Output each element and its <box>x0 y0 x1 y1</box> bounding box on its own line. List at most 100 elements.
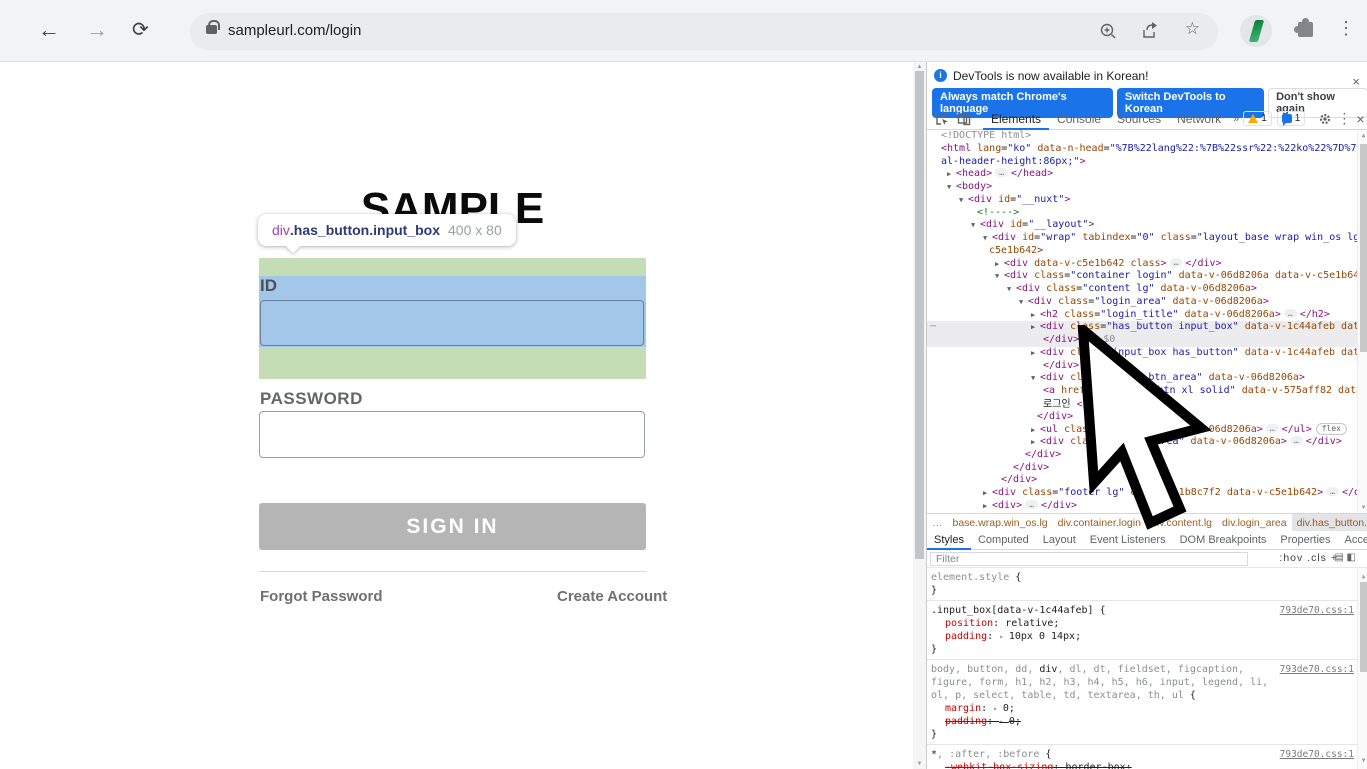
warnings-badge[interactable]: 1 <box>1243 111 1272 126</box>
inline-ellipsis-icon[interactable]: … <box>1326 487 1339 496</box>
styles-filter-icons[interactable]: ▤ ◧ <box>1334 552 1356 563</box>
css-property[interactable]: margin: ▸ 0; <box>931 702 1354 715</box>
inline-ellipsis-icon[interactable]: … <box>995 168 1008 177</box>
inline-ellipsis-icon[interactable]: … <box>1170 258 1183 267</box>
back-icon[interactable]: ← <box>38 17 60 43</box>
expand-arrow-icon[interactable]: ▶ <box>1031 347 1040 360</box>
expand-arrow-icon[interactable]: ▶ <box>1031 309 1040 322</box>
breadcrumb-item[interactable]: div.login_area <box>1217 514 1292 532</box>
tree-node[interactable]: ▼<body> <box>927 181 1367 194</box>
css-property[interactable]: padding: ▸ 10px 0 14px; <box>931 630 1354 643</box>
password-input[interactable] <box>259 411 645 458</box>
tree-node[interactable]: ▼<div id="wrap" tabindex="0" class="layo… <box>927 232 1367 245</box>
expand-arrow-icon[interactable]: ▼ <box>1007 283 1016 296</box>
tree-node[interactable]: <!DOCTYPE html> <box>927 130 1367 143</box>
more-tabs-icon[interactable]: » <box>1229 108 1243 130</box>
sign-in-button[interactable]: SIGN IN <box>259 503 646 550</box>
scroll-down-icon[interactable]: ▼ <box>1358 754 1367 767</box>
styles-tab-computed[interactable]: Computed <box>971 531 1036 550</box>
css-source-link[interactable]: 793de70.css:1 <box>1280 604 1354 617</box>
tree-node[interactable]: c5e1b642> <box>927 245 1367 258</box>
tree-node[interactable]: al-header-height:86px;"> <box>927 156 1367 169</box>
styles-scrollbar[interactable]: ▲ ▼ <box>1357 568 1367 769</box>
breadcrumb-item[interactable]: … <box>927 514 948 532</box>
expand-arrow-icon[interactable]: ▶ <box>947 168 956 181</box>
scroll-up-icon[interactable]: ▲ <box>913 64 926 70</box>
device-toolbar-icon[interactable] <box>957 112 971 126</box>
inspect-element-icon[interactable] <box>935 112 949 126</box>
scroll-down-icon[interactable]: ▼ <box>913 761 926 767</box>
tree-node[interactable]: ▼<div class="login_area" data-v-06d8206a… <box>927 296 1367 309</box>
styles-tab-styles[interactable]: Styles <box>927 531 971 550</box>
expand-arrow-icon[interactable]: ▼ <box>947 181 956 194</box>
breadcrumb-item[interactable]: div.has_button.input_box <box>1292 514 1367 532</box>
elements-scrollbar[interactable]: ▲ ▼ <box>1357 130 1367 513</box>
devtools-tab-elements[interactable]: Elements <box>983 108 1049 130</box>
devtools-tab-console[interactable]: Console <box>1049 108 1109 130</box>
expand-arrow-icon[interactable]: ▶ <box>995 258 1004 271</box>
url-text[interactable]: sampleurl.com/login <box>228 22 361 39</box>
tree-node[interactable]: ▼<div id="__layout"> <box>927 219 1367 232</box>
inline-ellipsis-icon[interactable]: … <box>1025 500 1038 509</box>
elements-scrollbar-thumb[interactable] <box>1360 144 1367 352</box>
css-property[interactable]: padding: ▸ 0; <box>931 715 1354 728</box>
share-icon[interactable] <box>1140 21 1160 46</box>
inline-ellipsis-icon[interactable]: … <box>1266 424 1279 433</box>
forgot-password-link[interactable]: Forgot Password <box>260 588 383 605</box>
devtools-tab-sources[interactable]: Sources <box>1109 108 1169 130</box>
styles-filter-input[interactable]: Filter <box>930 552 1248 566</box>
expand-arrow-icon[interactable]: ▼ <box>959 194 968 207</box>
styles-tab-accessibility[interactable]: Accessibility <box>1338 531 1367 550</box>
tree-node[interactable]: ▼<div class="content lg" data-v-06d8206a… <box>927 283 1367 296</box>
css-source-link[interactable]: 793de70.css:1 <box>1280 663 1354 676</box>
expand-arrow-icon[interactable]: ▼ <box>1031 372 1040 385</box>
id-input[interactable] <box>260 300 644 346</box>
expand-arrow-icon[interactable]: ▼ <box>971 219 980 232</box>
node-ellipsis-icon[interactable]: ⋯ <box>930 321 936 334</box>
notification-close-icon[interactable]: × <box>1352 74 1360 89</box>
devtools-menu-icon[interactable]: ⋮ <box>1337 110 1351 127</box>
styles-scrollbar-thumb[interactable] <box>1360 582 1367 672</box>
expand-arrow-icon[interactable]: ▼ <box>983 232 992 245</box>
devtools-close-icon[interactable]: × <box>1356 111 1364 127</box>
tree-node[interactable]: ▼<div id="__nuxt"> <box>927 194 1367 207</box>
zoom-icon[interactable] <box>1098 21 1118 46</box>
tree-node[interactable]: ▶<head>…</head> <box>927 168 1367 181</box>
tree-node[interactable]: ▶<h2 class="login_title" data-v-06d8206a… <box>927 309 1367 322</box>
expand-arrow-icon[interactable]: ▶ <box>983 487 992 500</box>
styles-tab-properties[interactable]: Properties <box>1273 531 1337 550</box>
tree-node[interactable]: ▼<div class="container login" data-v-06d… <box>927 270 1367 283</box>
css-rule-close: } <box>931 728 1354 741</box>
tree-node[interactable]: <html lang="ko" data-n-head="%7B%22lang%… <box>927 143 1367 156</box>
tree-node[interactable]: <!----> <box>927 207 1367 220</box>
reload-icon[interactable]: ⟳ <box>132 17 149 42</box>
profile-avatar[interactable] <box>1240 15 1272 47</box>
address-bar[interactable]: sampleurl.com/login ☆ <box>190 13 1218 50</box>
expand-arrow-icon[interactable]: ▶ <box>983 500 992 513</box>
expand-arrow-icon[interactable]: ▶ <box>1031 321 1040 334</box>
browser-menu-icon[interactable]: ⋮ <box>1337 18 1355 39</box>
breadcrumb-item[interactable]: base.wrap.win_os.lg <box>948 514 1053 532</box>
page-scrollbar-thumb[interactable] <box>915 71 924 559</box>
styles-filter-toggles[interactable]: :hov .cls + <box>1279 552 1338 564</box>
forward-icon[interactable]: → <box>86 17 108 43</box>
css-property[interactable]: -webkit-box-sizing: border-box; <box>931 761 1354 769</box>
scroll-down-icon[interactable]: ▼ <box>1358 504 1367 511</box>
messages-badge[interactable]: 1 <box>1277 111 1306 126</box>
inline-ellipsis-icon[interactable]: … <box>1290 436 1303 445</box>
expand-arrow-icon[interactable]: ▼ <box>1019 296 1028 309</box>
css-source-link[interactable]: 793de70.css:1 <box>1280 748 1354 761</box>
tree-node[interactable]: ▶<div data-v-c5e1b642 class>…</div> <box>927 258 1367 271</box>
expand-arrow-icon[interactable]: ▶ <box>1031 436 1040 449</box>
scroll-up-icon[interactable]: ▲ <box>1358 132 1367 139</box>
page-scrollbar[interactable]: ▲ ▼ <box>913 62 926 769</box>
create-account-link[interactable]: Create Account <box>557 588 667 605</box>
settings-gear-icon[interactable] <box>1318 112 1332 126</box>
devtools-tab-network[interactable]: Network <box>1169 108 1229 130</box>
flex-badge[interactable]: flex <box>1316 423 1347 435</box>
css-property[interactable]: position: relative; <box>931 617 1354 630</box>
extensions-puzzle-icon[interactable] <box>1298 22 1313 37</box>
inline-ellipsis-icon[interactable]: … <box>1284 309 1297 318</box>
bookmark-star-icon[interactable]: ☆ <box>1185 19 1200 39</box>
expand-arrow-icon[interactable]: ▼ <box>995 270 1004 283</box>
